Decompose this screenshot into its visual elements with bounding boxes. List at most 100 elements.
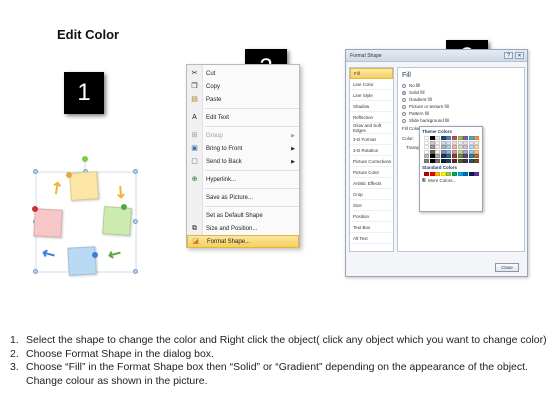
theme-color-swatch[interactable] (463, 140, 469, 145)
theme-color-swatch[interactable] (463, 149, 469, 154)
close-button[interactable]: Close (495, 263, 519, 272)
standard-color-swatch[interactable] (424, 171, 429, 176)
standard-color-swatch[interactable] (435, 171, 441, 176)
resize-handle-top-right[interactable] (133, 169, 138, 174)
nav-item-line-color[interactable]: Line Color (350, 79, 393, 90)
theme-color-swatch[interactable] (474, 158, 480, 163)
nav-item-glow-and-soft-edges[interactable]: Glow and Soft Edges (350, 123, 393, 134)
theme-color-swatch[interactable] (424, 154, 429, 159)
standard-color-swatch[interactable] (474, 171, 480, 176)
theme-color-swatch[interactable] (446, 154, 452, 159)
theme-color-swatch[interactable] (468, 154, 474, 159)
theme-color-swatch[interactable] (429, 136, 435, 140)
theme-color-swatch[interactable] (468, 158, 474, 163)
nav-item-picture-corrections[interactable]: Picture Corrections (350, 156, 393, 167)
theme-color-swatch[interactable] (440, 140, 446, 145)
theme-color-swatch[interactable] (435, 145, 441, 150)
nav-item-text-box[interactable]: Text Box (350, 222, 393, 233)
standard-color-swatch[interactable] (440, 171, 446, 176)
radio-button[interactable] (402, 104, 406, 109)
theme-color-swatch[interactable] (463, 145, 469, 150)
radio-button[interactable] (402, 118, 406, 123)
theme-color-swatch[interactable] (468, 145, 474, 150)
theme-color-swatch[interactable] (457, 154, 463, 159)
theme-color-swatch[interactable] (451, 140, 457, 145)
nav-item-artistic-effects[interactable]: Artistic Effects (350, 178, 393, 189)
more-colors-item[interactable]: More Colors... (422, 178, 480, 183)
theme-color-swatch[interactable] (435, 154, 441, 159)
theme-color-swatch[interactable] (463, 136, 469, 140)
theme-color-swatch[interactable] (474, 136, 480, 140)
theme-color-swatch[interactable] (440, 149, 446, 154)
sticky-notes-cycle-diagram[interactable]: ↗ ↘ ↙ ↖ (28, 152, 140, 280)
nav-item-crop[interactable]: Crop (350, 189, 393, 200)
radio-button[interactable] (402, 111, 406, 116)
standard-color-swatch[interactable] (446, 171, 452, 176)
theme-color-swatch[interactable] (424, 145, 429, 150)
close-icon[interactable]: ✕ (515, 52, 524, 59)
resize-handle-top-left[interactable] (33, 169, 38, 174)
resize-handle-right[interactable] (133, 219, 138, 224)
theme-color-swatch[interactable] (457, 149, 463, 154)
theme-color-swatch[interactable] (474, 140, 480, 145)
theme-color-swatch[interactable] (474, 149, 480, 154)
menu-item-group[interactable]: ⊞ Group ▶ (187, 129, 299, 142)
nav-item-reflection[interactable]: Reflection (350, 112, 393, 123)
sticky-note-yellow[interactable] (69, 171, 99, 201)
theme-color-swatch[interactable] (457, 140, 463, 145)
theme-color-swatch[interactable] (446, 145, 452, 150)
theme-color-swatch[interactable] (457, 145, 463, 150)
theme-color-swatch[interactable] (457, 136, 463, 140)
nav-item-fill[interactable]: Fill (350, 68, 393, 79)
theme-color-swatch[interactable] (424, 136, 429, 140)
standard-color-swatch[interactable] (429, 171, 435, 176)
theme-color-swatch[interactable] (446, 136, 452, 140)
theme-color-swatch[interactable] (457, 158, 463, 163)
fill-option-gradient-fill[interactable]: Gradient fill (402, 96, 520, 103)
theme-color-swatch[interactable] (429, 158, 435, 163)
theme-color-swatch[interactable] (446, 140, 452, 145)
menu-item-format-shape[interactable]: ◪ Format Shape... (187, 235, 299, 248)
theme-color-swatch[interactable] (451, 154, 457, 159)
theme-color-swatch[interactable] (435, 140, 441, 145)
theme-color-swatch[interactable] (440, 158, 446, 163)
theme-color-swatch[interactable] (463, 154, 469, 159)
standard-color-swatch[interactable] (457, 171, 463, 176)
sticky-note-green[interactable] (102, 206, 132, 236)
fill-option-picture-or-texture-fill[interactable]: Picture or texture fill (402, 103, 520, 110)
theme-color-swatch[interactable] (440, 145, 446, 150)
fill-option-slide-background-fill[interactable]: Slide background fill (402, 117, 520, 124)
theme-color-swatch[interactable] (463, 158, 469, 163)
nav-item-line-style[interactable]: Line Style (350, 90, 393, 101)
menu-item-send-to-back[interactable]: ▢ Send to Back ▶ (187, 155, 299, 168)
theme-color-swatch[interactable] (424, 158, 429, 163)
menu-item-copy[interactable]: ❐ Copy (187, 80, 299, 93)
nav-item-picture-color[interactable]: Picture Color (350, 167, 393, 178)
theme-color-swatch[interactable] (429, 149, 435, 154)
theme-color-swatch[interactable] (446, 149, 452, 154)
radio-button[interactable] (402, 83, 406, 88)
nav-item-position[interactable]: Position (350, 211, 393, 222)
menu-item-paste[interactable]: ▤ Paste (187, 93, 299, 106)
resize-handle-bottom-left[interactable] (33, 269, 38, 274)
theme-color-swatch[interactable] (451, 145, 457, 150)
theme-color-swatch[interactable] (429, 140, 435, 145)
theme-color-swatch[interactable] (424, 149, 429, 154)
radio-button[interactable] (402, 90, 406, 95)
theme-color-swatch[interactable] (435, 158, 441, 163)
standard-color-swatch[interactable] (468, 171, 474, 176)
theme-color-swatch[interactable] (451, 136, 457, 140)
nav-item-shadow[interactable]: Shadow (350, 101, 393, 112)
theme-color-swatch[interactable] (451, 149, 457, 154)
theme-color-swatch[interactable] (440, 154, 446, 159)
help-icon[interactable]: ? (504, 52, 513, 59)
standard-color-swatch[interactable] (451, 171, 457, 176)
rotate-handle[interactable] (82, 156, 88, 162)
fill-option-pattern-fill[interactable]: Pattern fill (402, 110, 520, 117)
theme-color-swatch[interactable] (429, 154, 435, 159)
menu-item-hyperlink[interactable]: ⊕ Hyperlink... (187, 173, 299, 186)
theme-color-swatch[interactable] (440, 136, 446, 140)
nav-item-size[interactable]: Size (350, 200, 393, 211)
menu-item-set-default-shape[interactable]: Set as Default Shape (187, 209, 299, 222)
sticky-note-blue[interactable] (67, 246, 97, 276)
